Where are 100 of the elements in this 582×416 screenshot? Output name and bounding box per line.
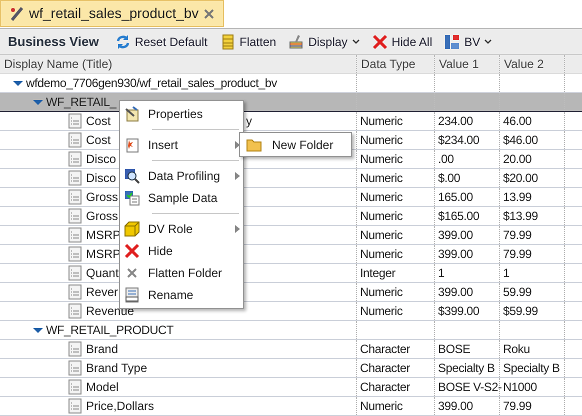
table-cell: 59.99 [500,283,565,301]
tree-item[interactable]: wfdemo_7706gen930/wf_retail_sales_product_bv [26,74,277,92]
field-name[interactable]: Quant [86,264,119,282]
field-name[interactable]: Disco [86,150,116,168]
field-icon [68,170,82,186]
field-icon [68,398,82,414]
table-cell: 399.00 [435,245,500,263]
column-header[interactable]: Display Name (Title) [0,55,357,73]
field-icon [68,246,82,262]
toolbar-title: Business View [8,32,99,51]
table-cell: Numeric [357,112,435,130]
field-icon [68,227,82,243]
table-cell: 399.00 [435,283,500,301]
brush-icon [288,34,304,50]
field-icon [68,151,82,167]
field-name[interactable]: MSRP [86,226,121,244]
menu-item[interactable]: Flatten Folder [120,262,243,284]
field-icon [68,189,82,205]
table-cell: Numeric [357,207,435,225]
menu-item[interactable]: New Folder [240,134,351,155]
table-cell: 399.00 [435,226,500,244]
table-cell: Specialty B [500,359,565,377]
field-name[interactable]: Rever [86,283,118,301]
caret-icon [484,38,492,44]
menu-item[interactable]: DV Role [120,218,243,240]
field-name[interactable]: Cost [86,112,111,130]
properties-icon [124,106,140,122]
field-icon [68,208,82,224]
table-arrow-icon [124,190,140,206]
field-icon [68,360,82,376]
table-cell: BOSE [435,340,500,358]
field-icon [68,341,82,357]
field-name[interactable]: Gross [86,188,118,206]
menu-item[interactable]: Insert [120,134,243,156]
menu-item[interactable]: Sample Data [120,187,243,209]
field-name[interactable]: Disco [86,169,116,187]
pen-icon [9,6,25,22]
toolbar-button[interactable]: BV [444,32,492,50]
tab-title: wf_retail_sales_product_bv [29,4,199,23]
table-cell: $20.00 [500,169,565,187]
field-name[interactable]: Cost [86,131,111,149]
table-cell: Character [357,378,435,396]
table-cell: Numeric [357,245,435,263]
menu-item[interactable]: Hide [120,240,243,262]
field-icon [68,113,82,129]
caret-icon [352,38,360,44]
field-name[interactable]: Price,Dollars [86,397,154,415]
table-cell: $59.99 [500,302,565,320]
table-cell: $.00 [435,169,500,187]
table-cell: Numeric [357,302,435,320]
table-cell: Numeric [357,169,435,187]
table-cell: Character [357,340,435,358]
tree-item[interactable]: WF_RETAIL_PRODUCT [46,321,174,339]
refresh-icon [114,34,131,50]
field-name[interactable]: y [246,112,252,131]
table-cell: 13.99 [500,188,565,206]
table-cell: .00 [435,150,500,168]
table-cell: 165.00 [435,188,500,206]
table-cell: Character [357,359,435,377]
field-name[interactable]: Brand [86,340,118,358]
table-cell: 79.99 [500,245,565,263]
table-cell: 1 [500,264,565,282]
diagram-icon [444,34,460,50]
toolbar-button[interactable]: Reset Default [114,32,208,50]
document-tab[interactable]: wf_retail_sales_product_bv [0,0,224,27]
submenu-arrow-icon [235,172,240,180]
field-name[interactable]: Gross [86,207,118,225]
table-cell: Integer [357,264,435,282]
field-name[interactable]: Model [86,378,119,396]
table-cell: Numeric [357,131,435,149]
table-cell: 20.00 [500,150,565,168]
close-icon [372,34,388,50]
table-cell: Numeric [357,226,435,244]
submenu-arrow-icon [235,225,240,233]
table-cell: $399.00 [435,302,500,320]
close-icon [124,243,140,259]
field-icon [68,303,82,319]
field-name[interactable]: MSRP [86,245,121,263]
column-header[interactable]: Value 2 [500,55,565,73]
table-cell: $13.99 [500,207,565,225]
table-cell: BOSE V-S2- [435,378,500,396]
field-icon [68,132,82,148]
toolbar-button[interactable]: Display [288,32,360,50]
table-cell: 79.99 [500,397,565,415]
column-header[interactable]: Data Type [357,55,435,73]
table-cell: 399.00 [435,397,500,415]
table-cell: Numeric [357,283,435,301]
field-icon [68,379,82,395]
toolbar-button[interactable]: Hide All [372,32,432,50]
table-cell: Numeric [357,188,435,206]
field-name[interactable]: Brand Type [86,359,148,377]
table-cell: 1 [435,264,500,282]
table-cell: $46.00 [500,131,565,149]
column-header[interactable]: Value 1 [435,55,500,73]
menu-item[interactable]: Properties [120,103,243,125]
toolbar-button[interactable]: Flatten [220,32,276,50]
magnifier-grid-icon [124,168,140,184]
table-cell: Roku [500,340,565,358]
tree-item-selected[interactable]: WF_RETAIL_ [46,93,116,111]
menu-item[interactable]: Data Profiling [120,165,243,187]
